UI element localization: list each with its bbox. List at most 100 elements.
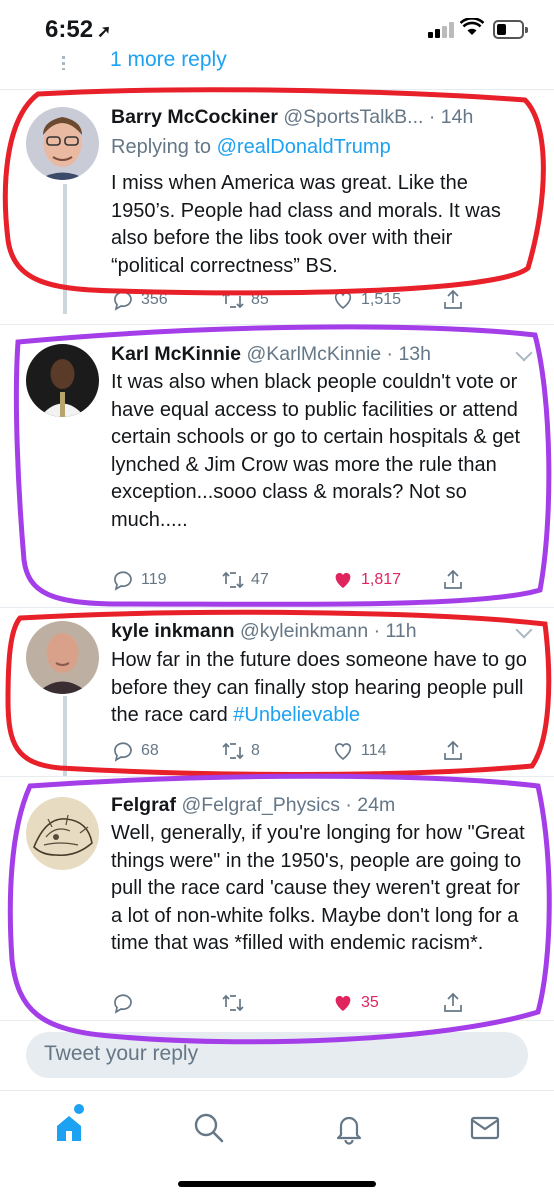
like-button[interactable]: 1,817 <box>331 565 401 595</box>
retweet-button[interactable]: 85 <box>221 285 269 315</box>
tweet-time: · 11h <box>373 620 417 642</box>
retweet-count: 8 <box>251 742 260 759</box>
replying-to: Replying to @realDonaldTrump <box>111 136 391 158</box>
author-handle[interactable]: @KarlMcKinnie <box>246 343 381 365</box>
reply-icon <box>114 994 132 1014</box>
reply-icon <box>114 291 132 311</box>
compose-placeholder: Tweet your reply <box>44 1042 199 1065</box>
reply-count: 119 <box>141 571 167 588</box>
like-count: 35 <box>361 994 379 1011</box>
share-icon <box>444 569 462 589</box>
divider <box>0 607 554 608</box>
like-count: 114 <box>361 742 387 759</box>
author-handle[interactable]: @SportsTalkB... <box>283 106 423 128</box>
avatar[interactable] <box>26 621 99 694</box>
heart-filled-icon <box>335 995 351 1011</box>
heart-icon <box>334 292 352 310</box>
divider <box>0 1020 554 1021</box>
retweet-count: 47 <box>251 571 269 588</box>
share-icon <box>444 992 462 1012</box>
heart-filled-icon <box>335 572 351 588</box>
avatar[interactable] <box>26 107 99 180</box>
author-name[interactable]: Felgraf <box>111 794 176 816</box>
notifications-icon <box>336 1116 362 1145</box>
hashtag-link[interactable]: #Unbelievable <box>233 704 360 726</box>
divider <box>0 89 554 90</box>
like-button[interactable]: 1,515 <box>331 285 401 315</box>
thread-more-dots <box>62 56 65 70</box>
reply-button[interactable]: 68 <box>111 736 159 766</box>
tweet-actions: 68 8 114 <box>111 736 531 766</box>
reply-button[interactable]: 356 <box>111 285 168 315</box>
status-time: 6:52 ➚ <box>45 16 112 43</box>
tweet-text: Well, generally, if you're longing for h… <box>111 822 525 954</box>
tweet-header: kyle inkmann @kyleinkmann · 11h <box>111 620 417 643</box>
tweet-time: · 24m <box>345 794 396 816</box>
tab-notifications[interactable] <box>332 1111 366 1145</box>
reply-count: 68 <box>141 742 159 759</box>
tweet-header: Barry McCockiner @SportsTalkB... · 14h <box>111 106 473 129</box>
mention-link[interactable]: @realDonaldTrump <box>217 136 391 158</box>
home-icon <box>57 1116 81 1141</box>
author-handle[interactable]: @Felgraf_Physics <box>181 794 340 816</box>
battery-icon <box>493 20 528 39</box>
author-name[interactable]: kyle inkmann <box>111 620 235 642</box>
tweet-time: · 13h <box>386 343 431 365</box>
wifi-icon <box>459 17 485 41</box>
reply-icon <box>114 571 132 591</box>
share-icon <box>444 740 462 760</box>
like-button[interactable]: 35 <box>331 988 379 1018</box>
share-button[interactable] <box>441 285 465 315</box>
tweet-text: How far in the future does someone have … <box>111 649 527 726</box>
tweet-actions: 356 85 1,515 <box>111 285 531 315</box>
share-button[interactable] <box>441 565 465 595</box>
divider <box>0 776 554 777</box>
messages-icon <box>470 1116 500 1140</box>
retweet-button[interactable]: 8 <box>221 736 260 766</box>
reply-icon <box>114 742 132 762</box>
author-handle[interactable]: @kyleinkmann <box>240 620 368 642</box>
avatar[interactable] <box>26 344 99 417</box>
tweet-actions: 119 47 1,817 <box>111 565 531 595</box>
tweet-actions: 35 <box>111 988 531 1018</box>
retweet-icon <box>222 291 244 309</box>
tweet-time: · 14h <box>428 106 474 128</box>
retweet-icon <box>222 742 244 760</box>
more-replies-link[interactable]: 1 more reply <box>110 48 227 72</box>
divider <box>0 324 554 325</box>
search-icon <box>194 1113 224 1143</box>
status-bar: 6:52 ➚ <box>0 0 554 58</box>
tab-messages[interactable] <box>468 1111 502 1145</box>
like-count: 1,515 <box>361 291 402 308</box>
reply-count: 356 <box>141 291 168 308</box>
tab-search[interactable] <box>192 1111 226 1145</box>
share-icon <box>444 289 462 309</box>
author-name[interactable]: Karl McKinnie <box>111 343 241 365</box>
reply-button[interactable] <box>111 988 141 1018</box>
like-button[interactable]: 114 <box>331 736 387 766</box>
tweet-header: Karl McKinnie @KarlMcKinnie · 13h <box>111 343 431 366</box>
share-button[interactable] <box>441 736 465 766</box>
retweet-icon <box>222 994 244 1012</box>
chevron-down-icon[interactable] <box>515 344 533 362</box>
reply-button[interactable]: 119 <box>111 565 167 595</box>
thread-connector <box>63 184 67 314</box>
location-arrow-icon: ➚ <box>97 22 112 41</box>
reply-compose-input[interactable]: Tweet your reply <box>26 1032 528 1078</box>
chevron-down-icon[interactable] <box>515 621 533 639</box>
author-name[interactable]: Barry McCockiner <box>111 106 278 128</box>
avatar[interactable] <box>26 797 99 870</box>
home-notification-dot <box>74 1104 84 1114</box>
tweet-header: Felgraf @Felgraf_Physics · 24m <box>111 794 395 817</box>
tab-home[interactable] <box>52 1111 86 1145</box>
retweet-button[interactable] <box>221 988 251 1018</box>
retweet-icon <box>222 571 244 589</box>
tweet-text: It was also when black people couldn't v… <box>111 371 521 531</box>
retweet-button[interactable]: 47 <box>221 565 269 595</box>
home-indicator <box>178 1181 376 1187</box>
heart-icon <box>334 743 352 761</box>
thread-connector <box>63 696 67 776</box>
retweet-count: 85 <box>251 291 269 308</box>
like-count: 1,817 <box>361 571 402 588</box>
share-button[interactable] <box>441 988 465 1018</box>
